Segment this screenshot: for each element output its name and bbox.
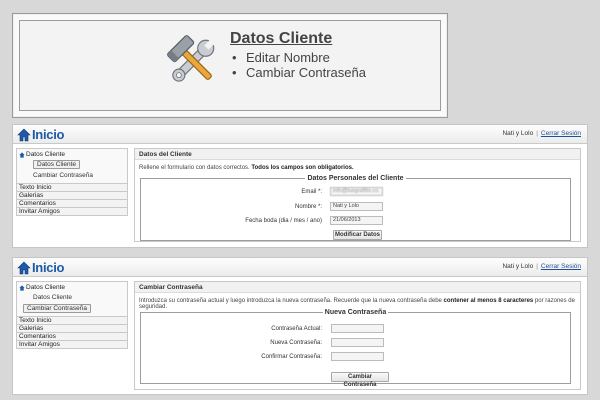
main-content: Cambiar Contraseña Introduzca su contras…	[134, 281, 581, 390]
sidebar-group-head[interactable]: Datos Cliente	[19, 151, 125, 158]
tools-icon	[166, 35, 215, 82]
card-title: Datos del Cliente	[135, 149, 580, 160]
main-content: Datos del Cliente Rellene el formulario …	[134, 148, 581, 242]
screen-cambiar-contrasena: Inicio Nati y Lolo | Cerrar Sesión Datos C…	[12, 257, 588, 395]
home-icon	[19, 284, 25, 291]
logo-text: Inicio	[32, 260, 65, 275]
date-field[interactable]: 21/06/2013	[330, 216, 383, 225]
date-label: Fecha boda (dia / mes / ano)	[245, 218, 322, 224]
email-label: Email *:	[301, 189, 322, 195]
current-password-row: Contraseña Actual:	[141, 324, 570, 334]
home-logo[interactable]: Inicio	[17, 126, 64, 143]
new-password-label: Nueva Contraseña:	[270, 340, 322, 346]
mockup-list: • Editar Nombre • Cambiar Contraseña	[230, 50, 366, 80]
mockup-text: Datos Cliente • Editar Nombre • Cambiar Co…	[230, 30, 366, 80]
sidebar-group-head[interactable]: Datos Cliente	[19, 284, 125, 291]
separator: |	[536, 263, 538, 270]
home-logo[interactable]: Inicio	[17, 259, 64, 276]
modify-data-button[interactable]: Modificar Datos	[333, 230, 382, 240]
top-bar: Inicio Nati y Lolo | Cerrar Sesión	[13, 258, 587, 277]
name-row: Nombre *: Nati y Lolo	[141, 202, 570, 212]
mockup-item-change-password[interactable]: • Cambiar Contraseña	[232, 65, 366, 80]
date-row: Fecha boda (dia / mes / ano) 21/06/2013	[141, 216, 570, 226]
current-password-label: Contraseña Actual:	[271, 326, 322, 332]
sidebar-sub-cambiar-contrasena[interactable]: Cambiar Contraseña	[19, 172, 125, 180]
confirm-password-row: Confirmar Contraseña:	[141, 352, 570, 362]
intro-text: Rellene el formulario con datos correcto…	[139, 165, 354, 171]
client-data-card: Datos del Cliente Rellene el formulario …	[134, 148, 581, 242]
email-field[interactable]: info@tusgrafitis.co	[330, 187, 383, 196]
separator: |	[536, 130, 538, 137]
name-label: Nombre *:	[294, 204, 322, 210]
intro-text: Introduzca su contraseña actual y luego …	[139, 298, 575, 310]
new-password-row: Nueva Contraseña:	[141, 338, 570, 348]
sidebar-group-datos-cliente: Datos Cliente Datos Cliente Cambiar Cont…	[16, 281, 128, 317]
change-password-button[interactable]: Cambiar Contraseña	[331, 372, 389, 388]
confirm-password-label: Confirmar Contraseña:	[261, 354, 322, 360]
top-bar: Inicio Nati y Lolo | Cerrar Sesión	[13, 125, 587, 144]
new-password-field[interactable]	[331, 338, 384, 347]
sidebar-item-galerias[interactable]: Galerias	[16, 192, 128, 200]
sidebar-item-galerias[interactable]: Galerias	[16, 325, 128, 333]
user-name: Nati y Lolo	[502, 263, 534, 270]
sidebar-item-comentarios[interactable]: Comentarios	[16, 200, 128, 208]
sidebar-item-comentarios[interactable]: Comentarios	[16, 333, 128, 341]
logout-link[interactable]: Cerrar Sesión	[541, 130, 581, 137]
email-row: Email *: info@tusgrafitis.co	[141, 187, 570, 197]
screen-datos-cliente: Inicio Nati y Lolo | Cerrar Sesión Datos C…	[12, 124, 588, 248]
name-field[interactable]: Nati y Lolo	[330, 202, 383, 211]
user-name: Nati y Lolo	[502, 130, 534, 137]
mockup-item-edit-name[interactable]: • Editar Nombre	[232, 50, 366, 65]
mockup-title: Datos Cliente	[230, 30, 333, 47]
home-icon	[17, 128, 31, 141]
card-title: Cambiar Contraseña	[135, 282, 580, 293]
mockup-panel: Datos Cliente • Editar Nombre • Cambiar Co…	[12, 13, 448, 118]
mockup-frame: Datos Cliente • Editar Nombre • Cambiar Co…	[19, 20, 441, 111]
home-icon	[19, 151, 25, 158]
logout-link[interactable]: Cerrar Sesión	[541, 263, 581, 270]
sidebar: Datos Cliente Datos Cliente Cambiar Cont…	[16, 281, 128, 349]
user-area: Nati y Lolo | Cerrar Sesión	[502, 263, 581, 270]
current-password-field[interactable]	[331, 324, 384, 333]
sidebar-group-datos-cliente: Datos Cliente Datos Cliente Cambiar Cont…	[16, 148, 128, 184]
logo-text: Inicio	[32, 127, 65, 142]
sidebar-sub-cambiar-contrasena[interactable]: Cambiar Contraseña	[19, 304, 125, 313]
change-password-card: Cambiar Contraseña Introduzca su contras…	[134, 281, 581, 390]
sidebar-sub-datos-cliente[interactable]: Datos Cliente	[19, 160, 125, 169]
confirm-password-field[interactable]	[331, 352, 384, 361]
sidebar-item-texto-inicio[interactable]: Texto Inicio	[16, 184, 128, 192]
bullet-icon: •	[232, 50, 237, 65]
sidebar-sub-datos-cliente[interactable]: Datos Cliente	[19, 294, 125, 302]
home-icon	[17, 261, 31, 274]
personal-data-fieldset: Datos Personales del Cliente Email *: in…	[140, 175, 571, 241]
sidebar-item-texto-inicio[interactable]: Texto Inicio	[16, 317, 128, 325]
sidebar-item-invitar-amigos[interactable]: Invitar Amigos	[16, 341, 128, 349]
sidebar-item-invitar-amigos[interactable]: Invitar Amigos	[16, 208, 128, 216]
fieldset-legend: Datos Personales del Cliente	[307, 175, 404, 182]
user-area: Nati y Lolo | Cerrar Sesión	[502, 130, 581, 137]
fieldset-legend: Nueva Contraseña	[324, 309, 387, 316]
new-password-fieldset: Nueva Contraseña Contraseña Actual: Nuev…	[140, 309, 571, 388]
sidebar: Datos Cliente Datos Cliente Cambiar Cont…	[16, 148, 128, 216]
bullet-icon: •	[232, 65, 237, 80]
